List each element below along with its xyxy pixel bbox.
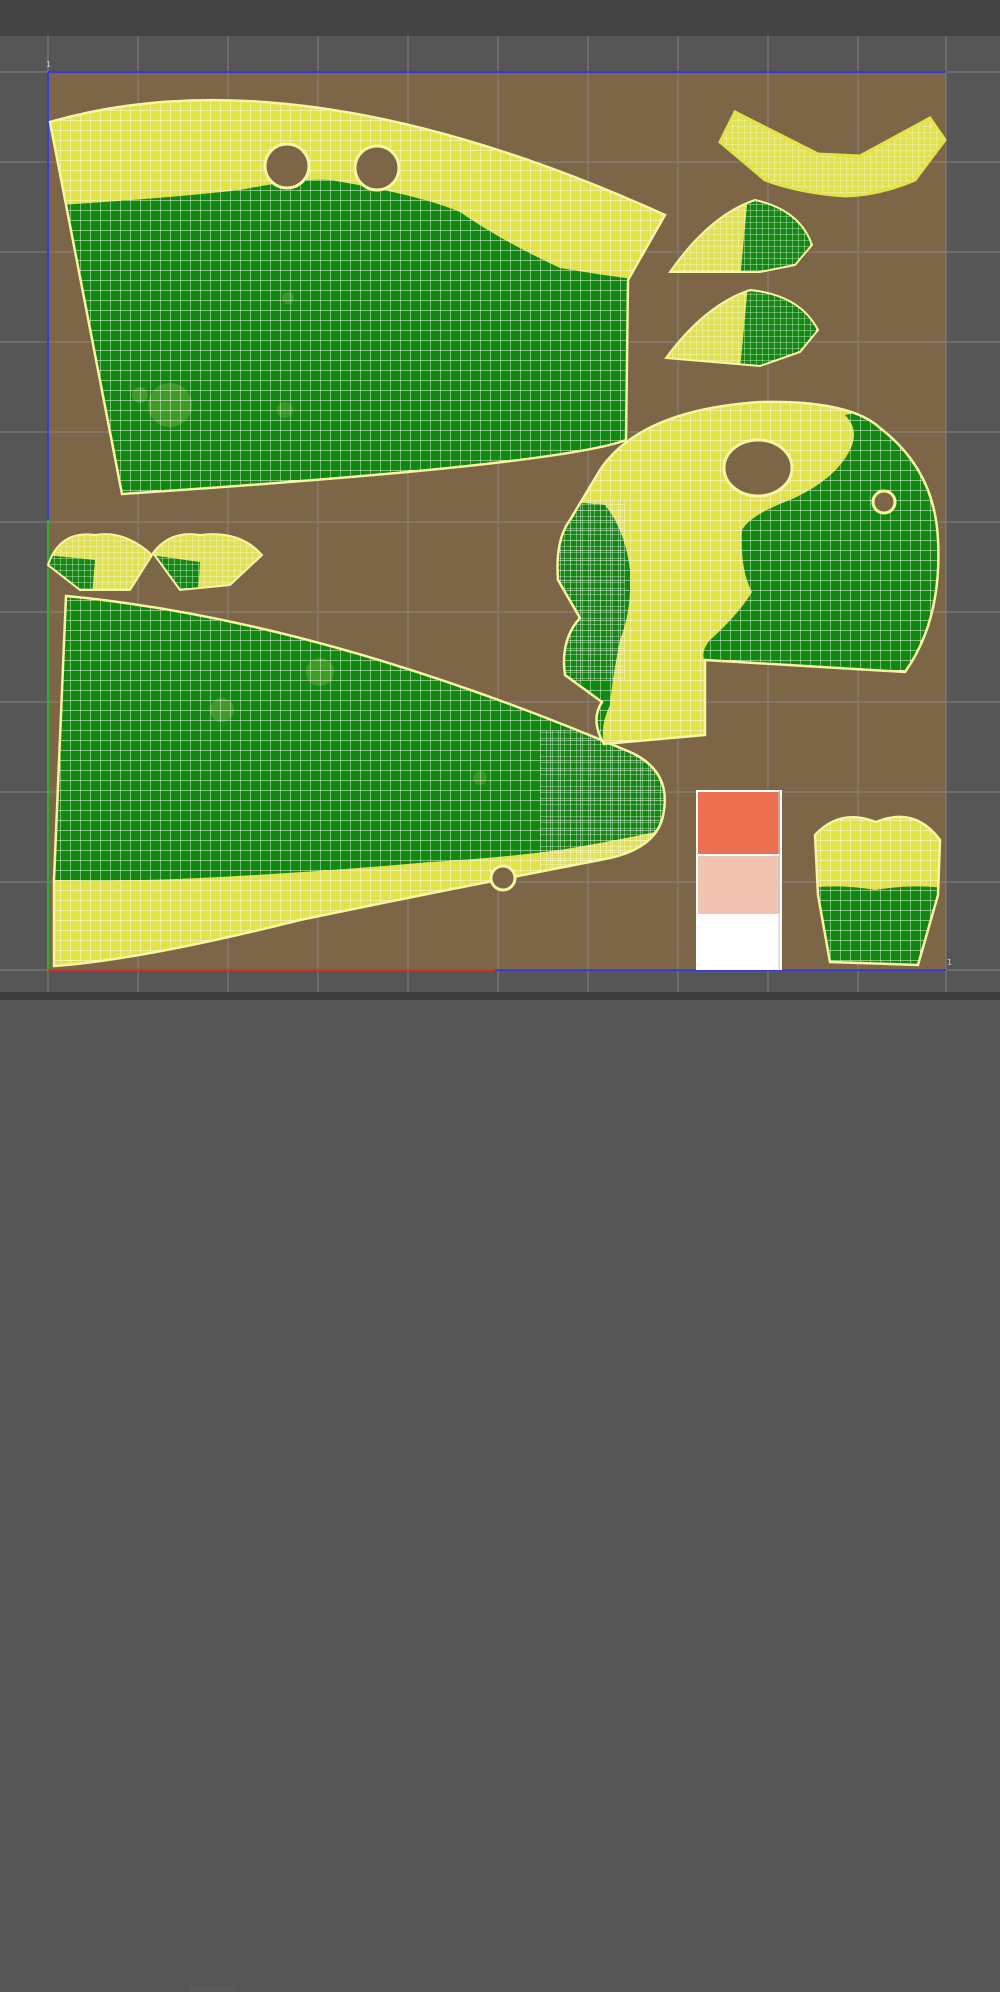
hole-eye-left <box>263 142 311 190</box>
tile-label-bottom: 1 <box>947 958 953 967</box>
uv-canvas[interactable] <box>0 0 1000 1000</box>
status-tab[interactable] <box>190 1986 236 1992</box>
tile-label-top: 1 <box>46 60 52 69</box>
uv-editor-viewport[interactable]: 1 1 <box>0 0 1000 1992</box>
swatch-orange <box>698 792 780 854</box>
color-swatch <box>696 790 782 970</box>
hole-eye-right <box>353 144 401 192</box>
hole-lower <box>489 864 517 892</box>
uv-shell-tooth[interactable] <box>810 800 945 970</box>
status-bar <box>0 992 1000 1992</box>
hole-nostril <box>871 489 897 515</box>
hole-eye-head <box>722 438 794 498</box>
swatch-peach <box>698 856 780 914</box>
swatch-white <box>698 916 780 968</box>
